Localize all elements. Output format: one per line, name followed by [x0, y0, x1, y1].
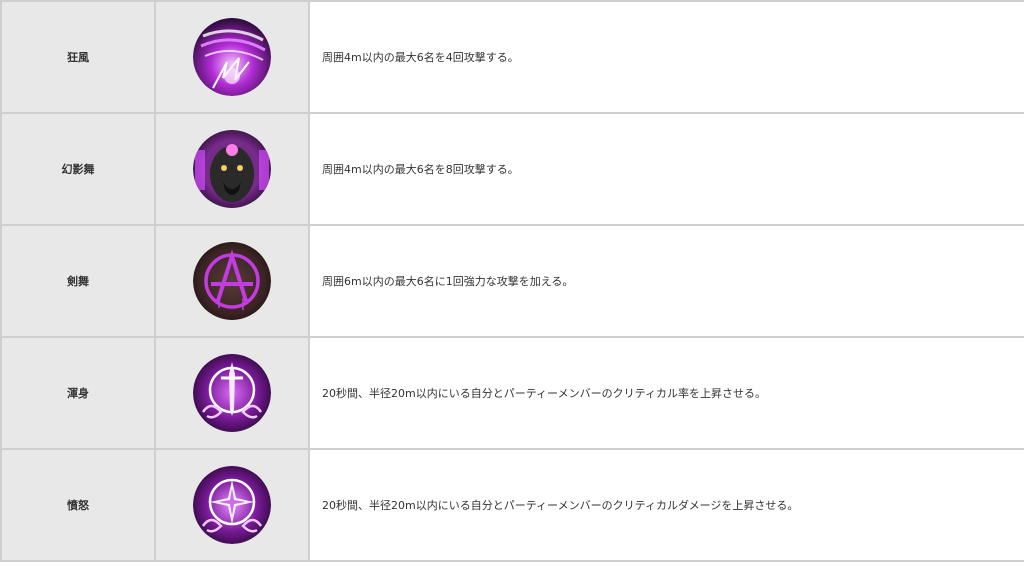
table-row: 剣舞 周囲6m以内の最大6名に1回強力な攻撃を加える。 [0, 224, 1024, 338]
phantom-demon-icon [193, 130, 271, 208]
table-row: 幻影舞 周囲4m以内の最大6名を8回攻撃する。 [0, 112, 1024, 226]
skill-name: 渾身 [0, 336, 156, 450]
skill-description: 周囲6m以内の最大6名に1回強力な攻撃を加える。 [308, 224, 1024, 338]
skill-name: 狂風 [0, 0, 156, 114]
star-crest-icon [193, 466, 271, 544]
skill-name: 幻影舞 [0, 112, 156, 226]
table-row: 渾身 20秒間、半径20m以内にいる自分とパーティーメンバーのクリティカル率を上… [0, 336, 1024, 450]
table-row: 狂風 周囲4m以内の最大6名を4回攻撃する。 [0, 0, 1024, 114]
skill-table: 狂風 周囲4m以内の最大6名を4回攻撃する。 幻影舞 周囲4m以内の最大6名を8… [0, 0, 1024, 562]
table-row: 憤怒 20秒間、半径20m以内にいる自分とパーティーメンバーのクリティカルダメー… [0, 448, 1024, 562]
whirlwind-claw-icon [193, 18, 271, 96]
skill-description: 周囲4m以内の最大6名を4回攻撃する。 [308, 0, 1024, 114]
skill-description: 20秒間、半径20m以内にいる自分とパーティーメンバーのクリティカルダメージを上… [308, 448, 1024, 562]
skill-name: 剣舞 [0, 224, 156, 338]
sword-crest-icon [193, 354, 271, 432]
anarchy-sigil-icon [193, 242, 271, 320]
skill-description: 20秒間、半径20m以内にいる自分とパーティーメンバーのクリティカル率を上昇させ… [308, 336, 1024, 450]
skill-description: 周囲4m以内の最大6名を8回攻撃する。 [308, 112, 1024, 226]
skill-name: 憤怒 [0, 448, 156, 562]
